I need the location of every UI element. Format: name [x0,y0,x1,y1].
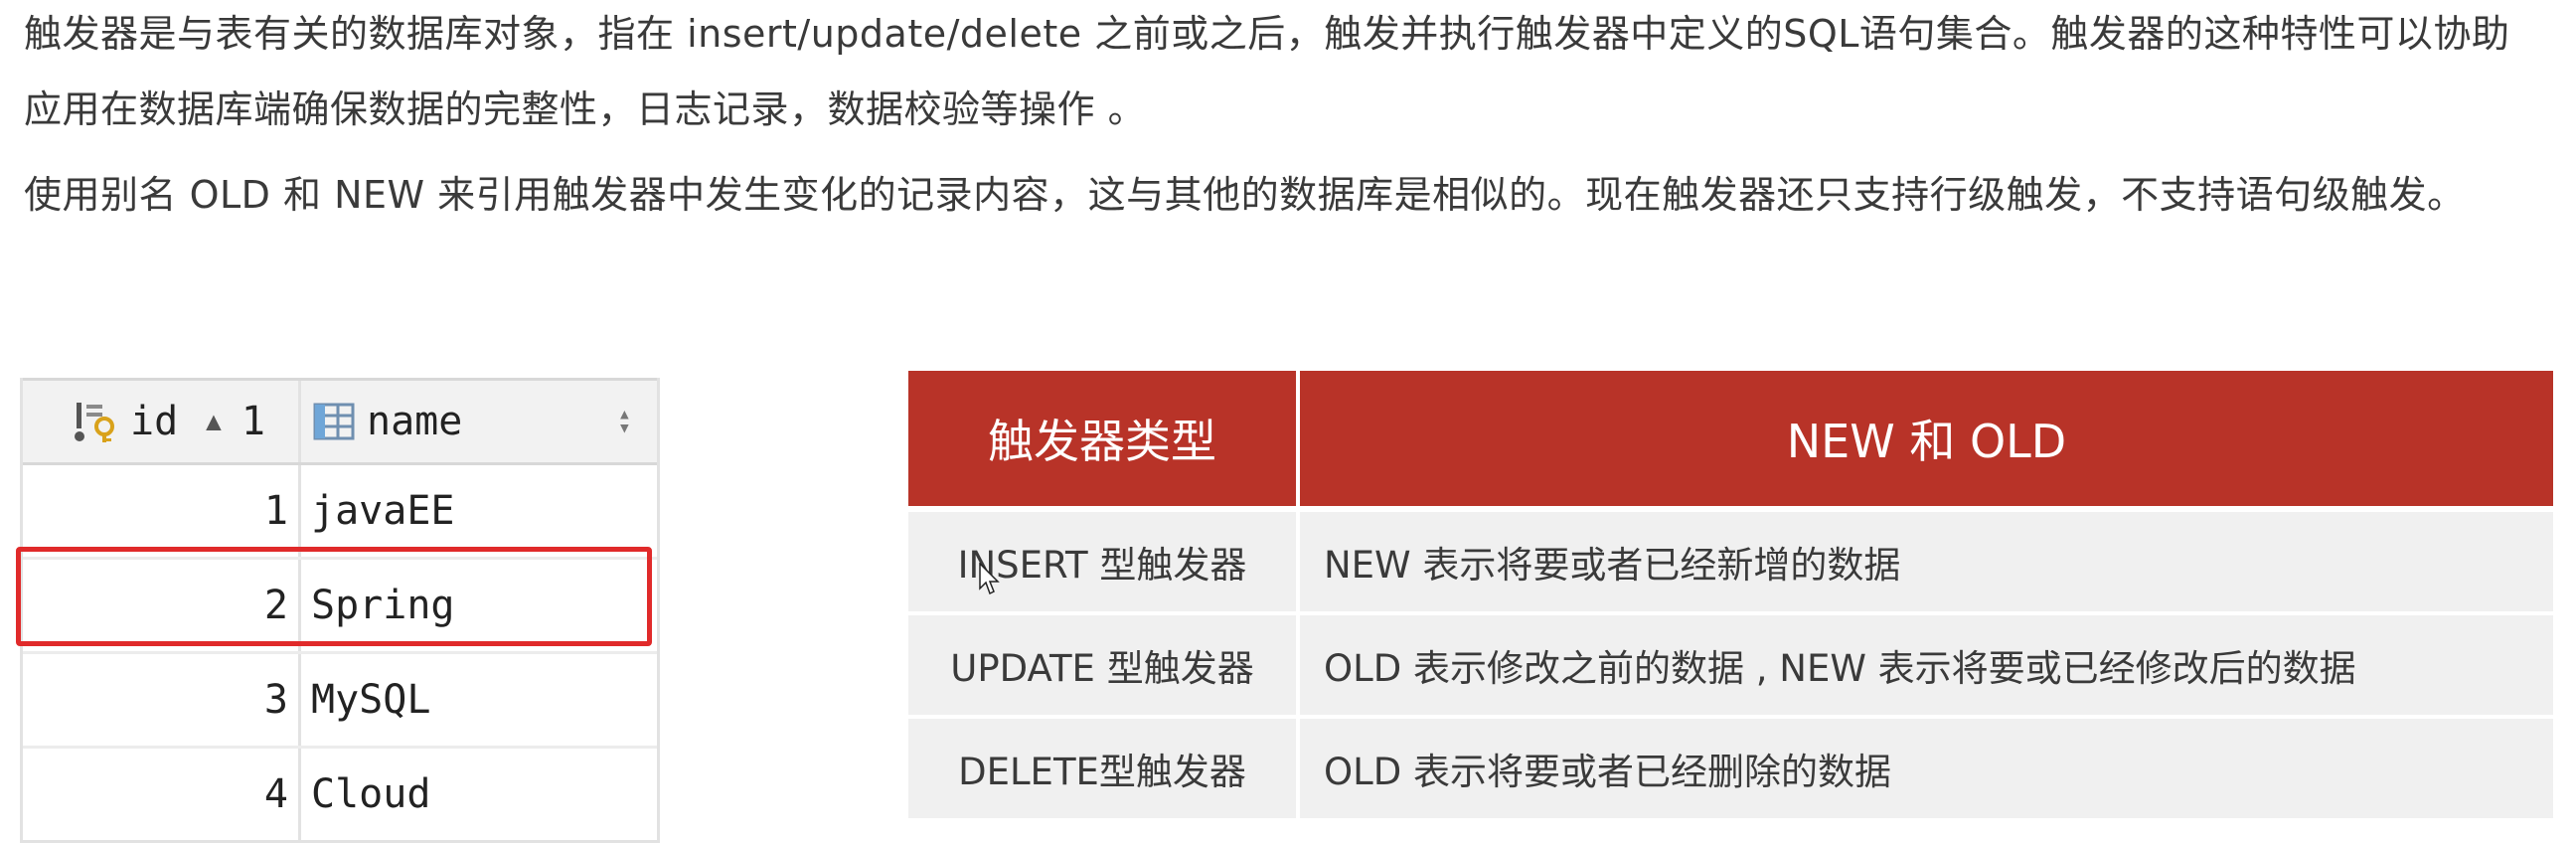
cell-id[interactable]: 3 [23,654,301,746]
column-header-id-label: id [130,399,179,444]
column-header-name[interactable]: name ▴ ▾ [301,381,657,462]
trigger-type-cell: INSERT 型触发器 [908,506,1300,613]
cell-name[interactable]: javaEE [301,465,657,557]
table-row: UPDATE 型触发器 OLD 表示修改之前的数据 , NEW 表示将要或已经修… [908,611,2553,717]
sort-order-number: 1 [241,399,265,444]
mouse-pointer-icon [979,563,1000,595]
header-new-old: NEW 和 OLD [1298,371,2553,509]
sort-ascending-icon[interactable]: ▲ [206,407,222,436]
trigger-type-table: 触发器类型 NEW 和 OLD INSERT 型触发器 NEW 表示将要或者已经… [908,371,2553,818]
trigger-type-cell: DELETE型触发器 [908,715,1300,818]
column-header-name-label: name [367,399,463,444]
table-row[interactable]: 1 javaEE [23,465,657,560]
intro-paragraph-2: 使用别名 OLD 和 NEW 来引用触发器中发生变化的记录内容，这与其他的数据库… [24,173,2466,217]
trigger-description-cell: OLD 表示修改之前的数据 , NEW 表示将要或已经修改后的数据 [1298,611,2553,717]
trigger-description-cell: NEW 表示将要或者已经新增的数据 [1298,506,2553,613]
row-highlight-box [16,547,652,646]
trigger-type-cell: UPDATE 型触发器 [908,611,1300,717]
table-row: DELETE型触发器 OLD 表示将要或者已经删除的数据 [908,715,2553,818]
column-header-id[interactable]: id ▲ 1 [23,381,301,462]
cell-id[interactable]: 1 [23,465,301,557]
primary-key-column-icon [75,403,114,442]
table-column-icon [313,403,355,440]
sort-toggle-icon[interactable]: ▴ ▾ [618,404,631,439]
header-trigger-type: 触发器类型 [908,371,1300,509]
trigger-description-cell: OLD 表示将要或者已经删除的数据 [1298,715,2553,818]
cell-name[interactable]: Cloud [301,749,657,840]
cell-name[interactable]: MySQL [301,654,657,746]
grid-header: id ▲ 1 name ▴ ▾ [23,378,657,465]
trigger-table-header-row: 触发器类型 NEW 和 OLD [908,371,2553,509]
table-row[interactable]: 3 MySQL [23,654,657,749]
table-row: INSERT 型触发器 NEW 表示将要或者已经新增的数据 [908,506,2553,613]
table-row[interactable]: 4 Cloud [23,749,657,840]
intro-paragraph-1: 触发器是与表有关的数据库对象，指在 insert/update/delete 之… [24,12,2510,131]
cell-id[interactable]: 4 [23,749,301,840]
